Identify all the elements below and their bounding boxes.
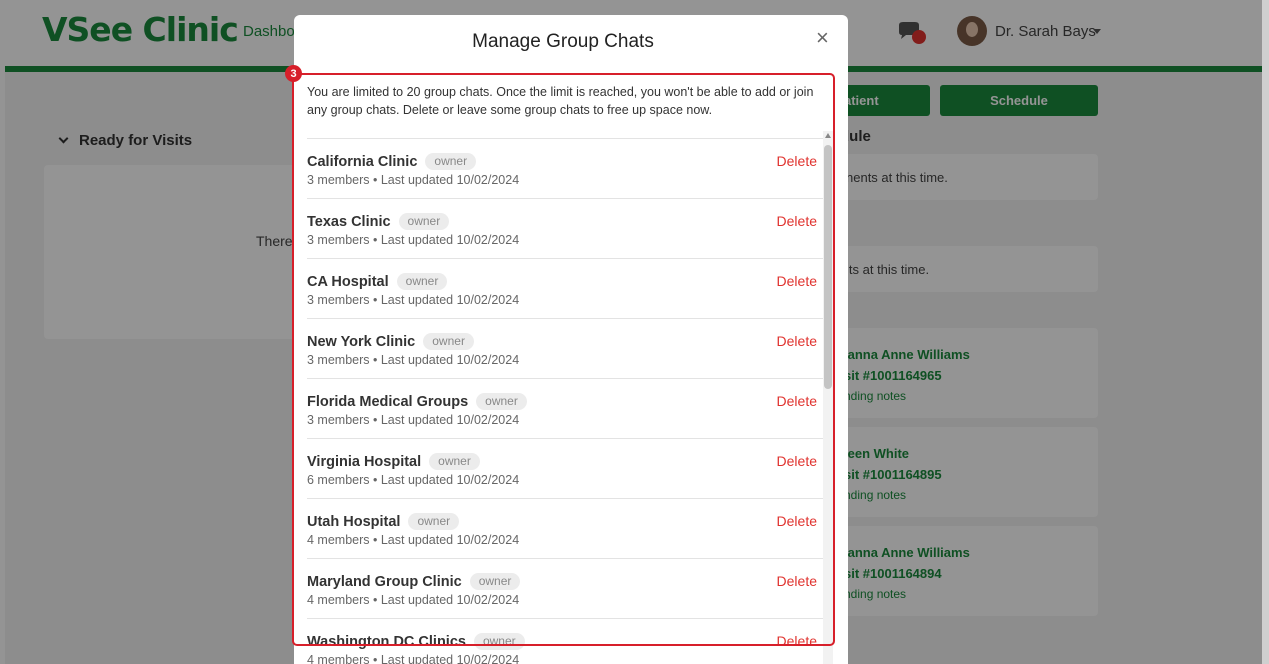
- owner-badge: owner: [476, 393, 527, 410]
- step-number-badge: 3: [285, 65, 302, 82]
- group-chat-name: Virginia Hospital: [307, 453, 422, 470]
- group-chat-name: Texas Clinic: [307, 213, 391, 230]
- group-chat-name: New York Clinic: [307, 333, 416, 350]
- group-chat-name: Utah Hospital: [307, 513, 401, 530]
- group-chat-meta: 4 members • Last updated 10/02/2024: [307, 653, 520, 664]
- group-chat-row: Texas Clinic owner 3 members • Last updat…: [307, 198, 825, 258]
- page-scrollbar[interactable]: [1262, 0, 1269, 664]
- owner-badge: owner: [473, 633, 525, 650]
- scroll-up-arrow-icon[interactable]: [825, 133, 831, 138]
- close-icon[interactable]: ×: [816, 25, 829, 51]
- group-chat-name: Maryland Group Clinic: [307, 573, 462, 590]
- owner-badge: owner: [396, 273, 448, 290]
- delete-group-chat-button[interactable]: Delete: [777, 393, 817, 409]
- group-chat-row: New York Clinic owner 3 members • Last up…: [307, 318, 825, 378]
- group-chat-meta: 3 members • Last updated 10/02/2024: [307, 293, 520, 307]
- group-chat-row: Florida Medical Groups owner 3 members • …: [307, 378, 825, 438]
- group-chat-meta: 4 members • Last updated 10/02/2024: [307, 533, 520, 547]
- owner-badge: owner: [398, 213, 450, 230]
- group-chat-row: Virginia Hospital owner 6 members • Last …: [307, 438, 825, 498]
- group-chat-name: Washington DC Clinics: [307, 633, 466, 650]
- owner-badge: owner: [425, 153, 477, 170]
- group-chat-row: California Clinic owner 3 members • Last …: [307, 138, 825, 198]
- delete-group-chat-button[interactable]: Delete: [777, 633, 817, 649]
- group-chat-name: CA Hospital: [307, 273, 389, 290]
- group-chat-meta: 4 members • Last updated 10/02/2024: [307, 593, 520, 607]
- delete-group-chat-button[interactable]: Delete: [777, 513, 817, 529]
- group-chat-meta: 3 members • Last updated 10/02/2024: [307, 233, 520, 247]
- delete-group-chat-button[interactable]: Delete: [777, 153, 817, 169]
- group-chat-name: Florida Medical Groups: [307, 393, 469, 410]
- owner-badge: owner: [429, 453, 480, 470]
- group-chat-meta: 3 members • Last updated 10/02/2024: [307, 353, 520, 367]
- group-chat-meta: 3 members • Last updated 10/02/2024: [307, 173, 520, 187]
- group-chat-name: California Clinic: [307, 153, 418, 170]
- delete-group-chat-button[interactable]: Delete: [777, 273, 817, 289]
- group-chat-row: Washington DC Clinics owner 4 members • L…: [307, 618, 825, 664]
- manage-group-chats-dialog: Manage Group Chats × You are limited to …: [294, 15, 848, 664]
- group-chat-meta: 3 members • Last updated 10/02/2024: [307, 413, 520, 427]
- list-scrollbar-thumb[interactable]: [824, 145, 832, 389]
- group-chat-row: CA Hospital owner 3 members • Last update…: [307, 258, 825, 318]
- owner-badge: owner: [408, 513, 460, 530]
- group-chat-list[interactable]: California Clinic owner 3 members • Last …: [307, 138, 825, 664]
- delete-group-chat-button[interactable]: Delete: [777, 573, 817, 589]
- group-chat-row: Maryland Group Clinic owner 4 members • L…: [307, 558, 825, 618]
- delete-group-chat-button[interactable]: Delete: [777, 213, 817, 229]
- owner-badge: owner: [423, 333, 474, 350]
- group-chat-row: Utah Hospital owner 4 members • Last upda…: [307, 498, 825, 558]
- group-chat-meta: 6 members • Last updated 10/02/2024: [307, 473, 520, 487]
- group-chat-limit-notice: You are limited to 20 group chats. Once …: [307, 85, 814, 117]
- delete-group-chat-button[interactable]: Delete: [777, 453, 817, 469]
- delete-group-chat-button[interactable]: Delete: [777, 333, 817, 349]
- owner-badge: owner: [469, 573, 521, 590]
- dialog-title: Manage Group Chats: [472, 31, 654, 52]
